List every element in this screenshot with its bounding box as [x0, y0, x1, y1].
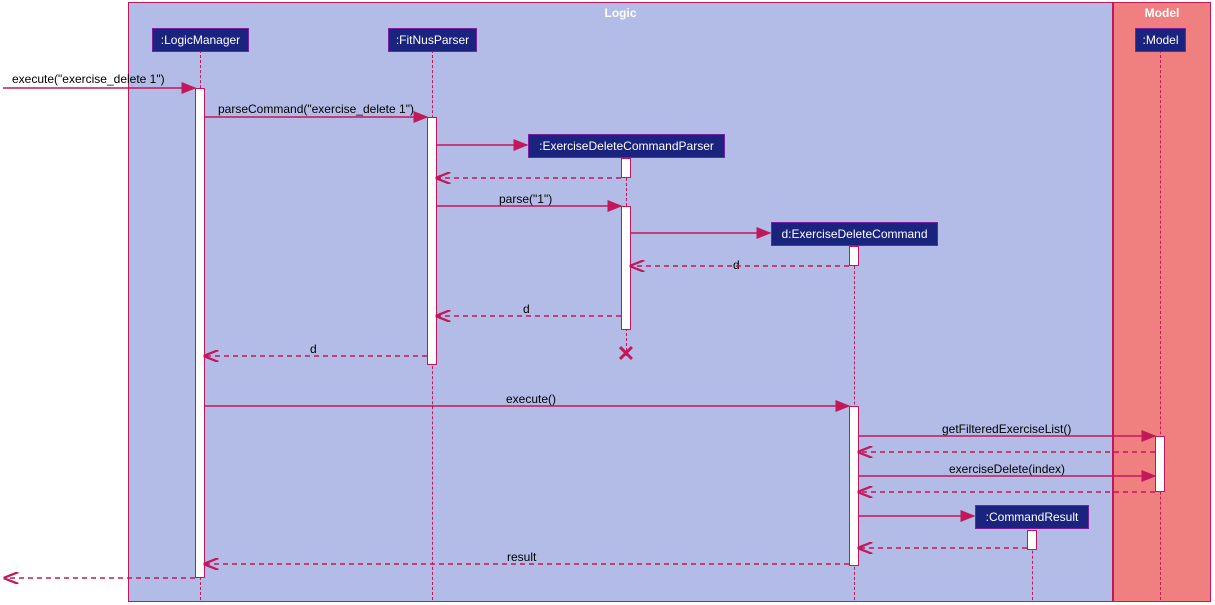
activation-edcparser-1 [621, 158, 631, 178]
activation-fitnusparser [427, 117, 437, 365]
participant-commandresult: :CommandResult [975, 505, 1089, 529]
activation-model [1155, 436, 1165, 492]
participant-edcparser: :ExerciseDeleteCommandParser [528, 134, 725, 158]
participant-edcommand: d:ExerciseDeleteCommand [771, 222, 938, 246]
msg-result: result [507, 550, 536, 564]
activation-edcommand-1 [849, 246, 859, 266]
frame-model-label: Model [1145, 6, 1180, 20]
msg-return-d3: d [310, 342, 317, 356]
destroy-icon: ✕ [616, 344, 636, 364]
frame-logic-label: Logic [605, 6, 637, 20]
msg-return-d1: d [733, 258, 740, 272]
msg-parse: parse("1") [499, 192, 552, 206]
activation-edcparser-2 [621, 206, 631, 330]
participant-logicmanager: :LogicManager [152, 28, 249, 52]
activation-commandresult [1027, 530, 1037, 550]
activation-logicmanager [195, 88, 205, 578]
msg-execute: execute() [506, 392, 556, 406]
msg-exercisedelete: exerciseDelete(index) [949, 462, 1065, 476]
participant-model: :Model [1135, 28, 1186, 52]
participant-fitnusparser: :FitNusParser [388, 28, 477, 52]
sequence-diagram: Logic Model :LogicManager :FitNusParser … [0, 0, 1215, 605]
msg-return-d2: d [523, 302, 530, 316]
frame-model: Model [1113, 2, 1211, 602]
msg-parsecommand: parseCommand("exercise_delete 1") [218, 102, 414, 116]
lifeline-model [1160, 50, 1161, 600]
activation-edcommand-2 [849, 406, 859, 566]
msg-execute-cmd: execute("exercise_delete 1") [12, 72, 165, 86]
msg-getfiltered: getFilteredExerciseList() [942, 422, 1071, 436]
